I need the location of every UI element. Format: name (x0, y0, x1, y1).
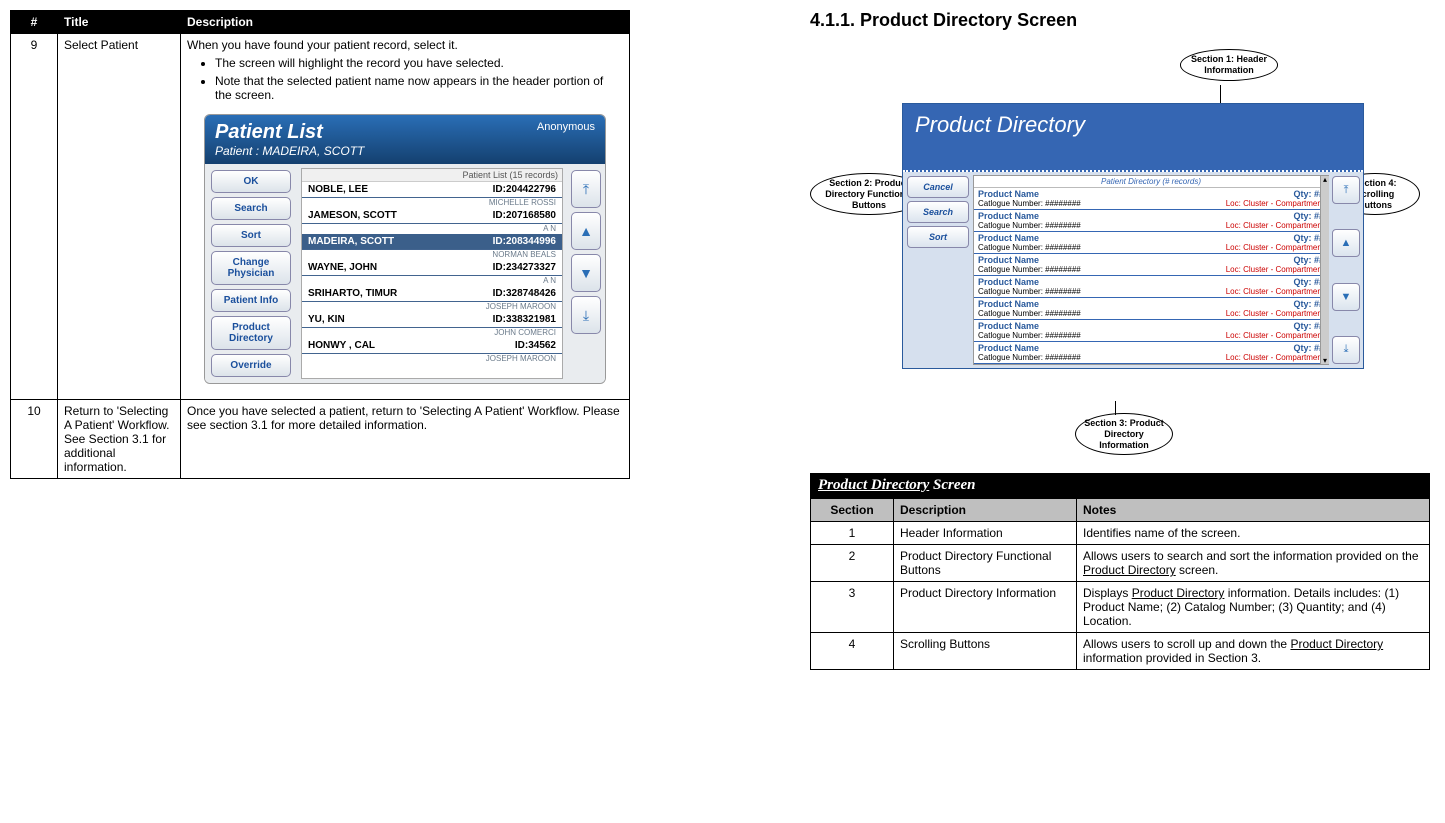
scroll-button[interactable]: ▼ (571, 254, 601, 292)
row10-desc: Once you have selected a patient, return… (181, 400, 630, 479)
scroll-button[interactable]: ⤒ (571, 170, 601, 208)
pd-item[interactable]: Product NameQty: ##Catlogue Number: ####… (974, 276, 1328, 298)
pl-button[interactable]: Change Physician (211, 251, 291, 285)
row10-title: Return to 'Selecting A Patient' Workflow… (58, 400, 181, 479)
list-item-sub: A N (302, 276, 562, 286)
list-item-sub: A N (302, 224, 562, 234)
pd-functional-buttons: Cancel Search Sort (903, 172, 973, 368)
pl-button[interactable]: Sort (211, 224, 291, 247)
pd-table-title: Product Directory Screen (810, 473, 1430, 498)
list-item[interactable]: JAMESON, SCOTTID:207168580 (302, 208, 562, 224)
row9-title: Select Patient (58, 34, 181, 400)
pd-screen-table: Section Description Notes 1Header Inform… (810, 498, 1430, 670)
callout-section3: Section 3: Product Directory Information (1075, 413, 1173, 455)
pd-header: Product Directory (903, 104, 1363, 172)
header-desc: Description (181, 11, 630, 34)
pl-button[interactable]: Patient Info (211, 289, 291, 312)
pd-th-desc: Description (894, 499, 1077, 522)
pd-item[interactable]: Product NameQty: ##Catlogue Number: ####… (974, 232, 1328, 254)
table-row: 3Product Directory InformationDisplays P… (811, 582, 1430, 633)
list-item[interactable]: NOBLE, LEEID:204422796 (302, 182, 562, 198)
pd-scroll-button[interactable]: ▼ (1332, 283, 1360, 311)
pd-item[interactable]: Product NameQty: ##Catlogue Number: ####… (974, 298, 1328, 320)
scroll-button[interactable]: ▲ (571, 212, 601, 250)
list-item[interactable]: WAYNE, JOHNID:234273327 (302, 260, 562, 276)
list-item-sub: JOSEPH MAROON (302, 354, 562, 364)
row9-bullet2: Note that the selected patient name now … (215, 74, 623, 102)
pd-button[interactable]: Cancel (907, 176, 969, 198)
list-item[interactable]: HONWY , CALID:34562 (302, 338, 562, 354)
scroll-button[interactable]: ⤓ (571, 296, 601, 334)
patient-list-caption: Patient List (15 records) (302, 169, 562, 182)
callout-section1: Section 1: Header Information (1180, 49, 1278, 81)
pl-button[interactable]: OK (211, 170, 291, 193)
pd-inner-scrollbar[interactable] (1320, 176, 1329, 364)
pd-item[interactable]: Product NameQty: ##Catlogue Number: ####… (974, 320, 1328, 342)
pd-list-caption: Patient Directory (# records) (974, 176, 1328, 188)
header-title: Title (58, 11, 181, 34)
pl-button[interactable]: Search (211, 197, 291, 220)
pl-button[interactable]: Override (211, 354, 291, 377)
table-row: 9 Select Patient When you have found you… (11, 34, 630, 400)
row9-intro: When you have found your patient record,… (187, 38, 458, 52)
pd-scroll-button[interactable]: ⤓ (1332, 336, 1360, 364)
pd-scroll-button[interactable]: ⤒ (1332, 176, 1360, 204)
patient-list-panel: Patient List (15 records) NOBLE, LEEID:2… (301, 168, 563, 379)
pd-th-notes: Notes (1077, 499, 1430, 522)
list-item[interactable]: MADEIRA, SCOTTID:208344996 (302, 234, 562, 250)
patient-list-scroll: ⤒ ▲ ▼ ⤓ (567, 164, 605, 383)
table-row: 4Scrolling ButtonsAllows users to scroll… (811, 633, 1430, 670)
product-directory-frame: Product Directory Cancel Search Sort Patie… (902, 103, 1364, 369)
header-num: # (11, 11, 58, 34)
list-item-sub: MICHELLE ROSSI (302, 198, 562, 208)
table-row: 10 Return to 'Selecting A Patient' Workf… (11, 400, 630, 479)
left-column: # Title Description 9 Select Patient Whe… (10, 10, 630, 670)
patient-list-screenshot: Anonymous Patient List Patient : MADEIRA… (204, 114, 606, 384)
pd-list: Patient Directory (# records) Product Na… (973, 175, 1329, 365)
list-item-sub: NORMAN BEALS (302, 250, 562, 260)
pl-button[interactable]: Product Directory (211, 316, 291, 350)
pd-item[interactable]: Product NameQty: ##Catlogue Number: ####… (974, 210, 1328, 232)
patient-list-sub: Patient : MADEIRA, SCOTT (215, 144, 595, 158)
pd-screen-table-wrap: Product Directory Screen Section Descrip… (810, 473, 1430, 670)
right-column: 4.1.1. Product Directory Screen Section … (810, 10, 1430, 670)
list-item-sub: JOSEPH MAROON (302, 302, 562, 312)
row9-bullet1: The screen will highlight the record you… (215, 56, 623, 70)
pd-button[interactable]: Sort (907, 226, 969, 248)
list-item[interactable]: YU, KINID:338321981 (302, 312, 562, 328)
pd-scroll-button[interactable]: ▲ (1332, 229, 1360, 257)
pd-item[interactable]: Product NameQty: ##Catlogue Number: ####… (974, 188, 1328, 210)
anonymous-label: Anonymous (537, 121, 595, 133)
pd-item[interactable]: Product NameQty: ##Catlogue Number: ####… (974, 342, 1328, 364)
table-row: 1Header InformationIdentifies name of th… (811, 522, 1430, 545)
section-heading: 4.1.1. Product Directory Screen (810, 10, 1430, 31)
table-row: 2Product Directory Functional ButtonsAll… (811, 545, 1430, 582)
row9-desc: When you have found your patient record,… (181, 34, 630, 400)
patient-list-buttons: OK Search Sort Change Physician Patient Info… (205, 164, 297, 383)
list-item-sub: JOHN COMERCI (302, 328, 562, 338)
pd-button[interactable]: Search (907, 201, 969, 223)
pd-item[interactable]: Product NameQty: ##Catlogue Number: ####… (974, 254, 1328, 276)
pd-th-section: Section (811, 499, 894, 522)
row9-num: 9 (11, 34, 58, 400)
list-item[interactable]: SRIHARTO, TIMURID:328748426 (302, 286, 562, 302)
steps-table: # Title Description 9 Select Patient Whe… (10, 10, 630, 479)
row10-num: 10 (11, 400, 58, 479)
product-directory-diagram: Section 1: Header Information Section 2:… (840, 43, 1400, 453)
pd-scroll-buttons: ⤒ ▲ ▼ ⤓ (1329, 172, 1363, 368)
